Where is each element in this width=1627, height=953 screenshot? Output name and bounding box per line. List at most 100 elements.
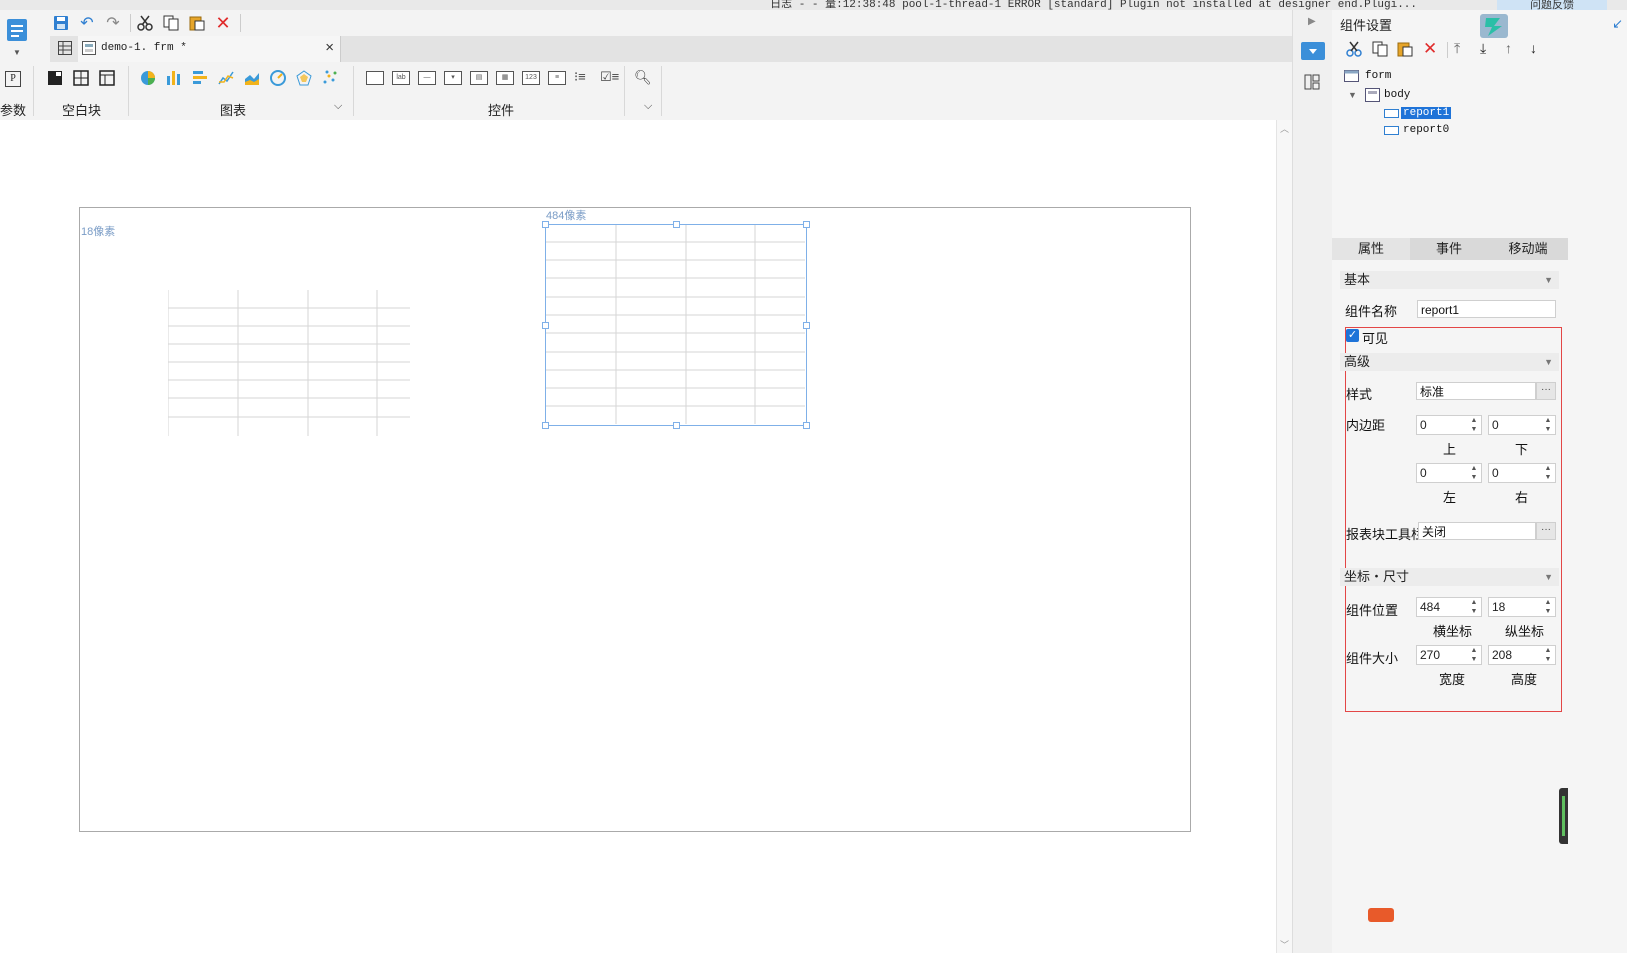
- resize-handle[interactable]: [673, 422, 680, 429]
- line-chart-icon[interactable]: [218, 70, 236, 86]
- chart-expand-icon[interactable]: ⌵: [334, 100, 342, 113]
- panel-copy-icon[interactable]: [1372, 41, 1388, 60]
- canvas-vertical-scrollbar[interactable]: ︿ ﹀: [1276, 120, 1293, 953]
- height-stepper[interactable]: 208 ▲ ▼: [1488, 645, 1556, 665]
- side-widget-handle[interactable]: [1559, 788, 1568, 844]
- area-chart-icon[interactable]: [244, 70, 262, 86]
- resize-handle[interactable]: [542, 322, 549, 329]
- padding-bottom-caption: 下: [1515, 442, 1529, 457]
- undo-icon[interactable]: ↶: [76, 12, 98, 34]
- stepper-arrows-icon[interactable]: ▲ ▼: [1468, 416, 1480, 434]
- component-settings-tab-icon[interactable]: [1301, 42, 1325, 60]
- basic-section-header[interactable]: 基本 ▼: [1340, 271, 1559, 289]
- report1-block[interactable]: [542, 221, 810, 429]
- paste-icon[interactable]: [186, 12, 208, 34]
- padding-top-stepper[interactable]: 0 ▲ ▼: [1416, 415, 1482, 435]
- parameter-icon[interactable]: P: [5, 71, 21, 87]
- bar-chart-icon[interactable]: [166, 70, 184, 86]
- chevron-down-icon[interactable]: ▼: [13, 48, 21, 57]
- padding-right-stepper[interactable]: 0 ▲ ▼: [1488, 463, 1556, 483]
- gauge-chart-icon[interactable]: [270, 70, 288, 86]
- scatter-chart-icon[interactable]: [322, 70, 340, 86]
- move-to-bottom-icon[interactable]: ⤓: [1480, 40, 1486, 57]
- move-to-top-icon[interactable]: ⤒: [1454, 40, 1460, 57]
- form-body-area[interactable]: 18像素 484像素: [79, 207, 1191, 832]
- date-widget-icon[interactable]: ▦: [496, 71, 514, 85]
- resize-handle[interactable]: [803, 322, 810, 329]
- visible-checkbox[interactable]: ✓: [1346, 329, 1359, 342]
- resize-handle[interactable]: [803, 422, 810, 429]
- label-widget-icon[interactable]: lab: [392, 71, 410, 85]
- pie-chart-icon[interactable]: [140, 70, 158, 86]
- toolbar-field[interactable]: 关闭: [1418, 522, 1536, 540]
- app-menu-icon[interactable]: [6, 18, 28, 44]
- stepper-arrows-icon[interactable]: ▲ ▼: [1468, 464, 1480, 482]
- search-preview-icon[interactable]: 🔍︎: [634, 69, 652, 86]
- pos-y-stepper[interactable]: 18 ▲ ▼: [1488, 597, 1556, 617]
- report0-block[interactable]: [167, 290, 410, 436]
- pin-icon[interactable]: ↙: [1612, 16, 1623, 32]
- tab-demo-1[interactable]: demo-1. frm * ×: [78, 36, 341, 62]
- widget-expand-icon[interactable]: ⌵: [644, 100, 652, 113]
- dropdown-tree-widget-icon[interactable]: ▤: [470, 71, 488, 85]
- style-field[interactable]: 标准: [1416, 382, 1536, 400]
- delete-icon[interactable]: ✕: [212, 12, 234, 34]
- tab-events[interactable]: 事件: [1410, 238, 1488, 260]
- resize-handle[interactable]: [803, 221, 810, 228]
- resize-handle[interactable]: [542, 422, 549, 429]
- move-down-icon[interactable]: ↓: [1530, 40, 1537, 56]
- textarea-widget-icon[interactable]: ≡: [548, 71, 566, 85]
- dropdown-widget-icon[interactable]: ▾: [444, 71, 462, 85]
- pos-x-stepper[interactable]: 484 ▲ ▼: [1416, 597, 1482, 617]
- property-tabs: 属性 事件 移动端: [1332, 238, 1568, 260]
- scroll-down-icon[interactable]: ﹀: [1280, 938, 1289, 951]
- advanced-section-title: 高级: [1344, 354, 1371, 369]
- padding-bottom-stepper[interactable]: 0 ▲ ▼: [1488, 415, 1556, 435]
- stepper-arrows-icon[interactable]: ▲ ▼: [1542, 464, 1554, 482]
- stepper-arrows-icon[interactable]: ▲ ▼: [1542, 416, 1554, 434]
- tab-mobile[interactable]: 移动端: [1488, 238, 1568, 260]
- move-up-icon[interactable]: ↑: [1505, 40, 1512, 56]
- split-layout-icon[interactable]: [73, 70, 91, 86]
- tab-properties[interactable]: 属性: [1332, 238, 1410, 260]
- resize-handle[interactable]: [542, 221, 549, 228]
- resize-handle[interactable]: [673, 221, 680, 228]
- number-widget-icon[interactable]: 123: [522, 71, 540, 85]
- coord-section-header[interactable]: 坐标・尺寸 ▼: [1340, 568, 1559, 586]
- panel-delete-icon[interactable]: ✕: [1423, 39, 1437, 59]
- tree-expand-icon[interactable]: ▼: [1348, 90, 1357, 100]
- visible-label: 可见: [1362, 331, 1389, 346]
- width-stepper[interactable]: 270 ▲ ▼: [1416, 645, 1482, 665]
- radar-chart-icon[interactable]: [296, 70, 314, 86]
- horizontal-bar-icon[interactable]: [192, 70, 210, 86]
- cut-icon[interactable]: [134, 12, 156, 34]
- toolbar-more-button[interactable]: ···: [1536, 522, 1556, 540]
- stepper-arrows-icon[interactable]: ▲ ▼: [1468, 598, 1480, 616]
- stepper-arrows-icon[interactable]: ▲ ▼: [1542, 646, 1554, 664]
- grid-view-icon[interactable]: [58, 41, 72, 58]
- panel-cut-icon[interactable]: [1346, 41, 1362, 60]
- save-icon[interactable]: [50, 12, 72, 34]
- layout-tree-tab-icon[interactable]: [1304, 74, 1320, 93]
- padding-left-stepper[interactable]: 0 ▲ ▼: [1416, 463, 1482, 483]
- feedback-button[interactable]: 问题反馈: [1497, 0, 1607, 11]
- stepper-arrows-icon[interactable]: ▲ ▼: [1468, 646, 1480, 664]
- collapse-arrow-icon[interactable]: ▶: [1308, 16, 1316, 27]
- redo-icon[interactable]: ↷: [102, 12, 124, 34]
- button-widget-icon[interactable]: [366, 71, 384, 85]
- style-more-button[interactable]: ···: [1536, 382, 1556, 400]
- checkbox-group-widget-icon[interactable]: ☑≡: [600, 69, 619, 85]
- tab-layout-icon[interactable]: [99, 70, 117, 86]
- text-widget-icon[interactable]: —: [418, 71, 436, 85]
- scroll-up-icon[interactable]: ︿: [1280, 122, 1289, 135]
- tab-close-button[interactable]: ×: [325, 39, 334, 56]
- copy-icon[interactable]: [160, 12, 182, 34]
- widget-group-label: 控件: [488, 103, 515, 118]
- tray-app-icon[interactable]: [1368, 908, 1394, 922]
- component-name-field[interactable]: report1: [1417, 300, 1556, 318]
- absolute-layout-icon[interactable]: [47, 70, 65, 86]
- radio-group-widget-icon[interactable]: ⁝≡: [574, 69, 586, 85]
- stepper-arrows-icon[interactable]: ▲ ▼: [1542, 598, 1554, 616]
- advanced-section-header[interactable]: 高级 ▼: [1340, 353, 1559, 371]
- panel-paste-icon[interactable]: [1397, 41, 1413, 60]
